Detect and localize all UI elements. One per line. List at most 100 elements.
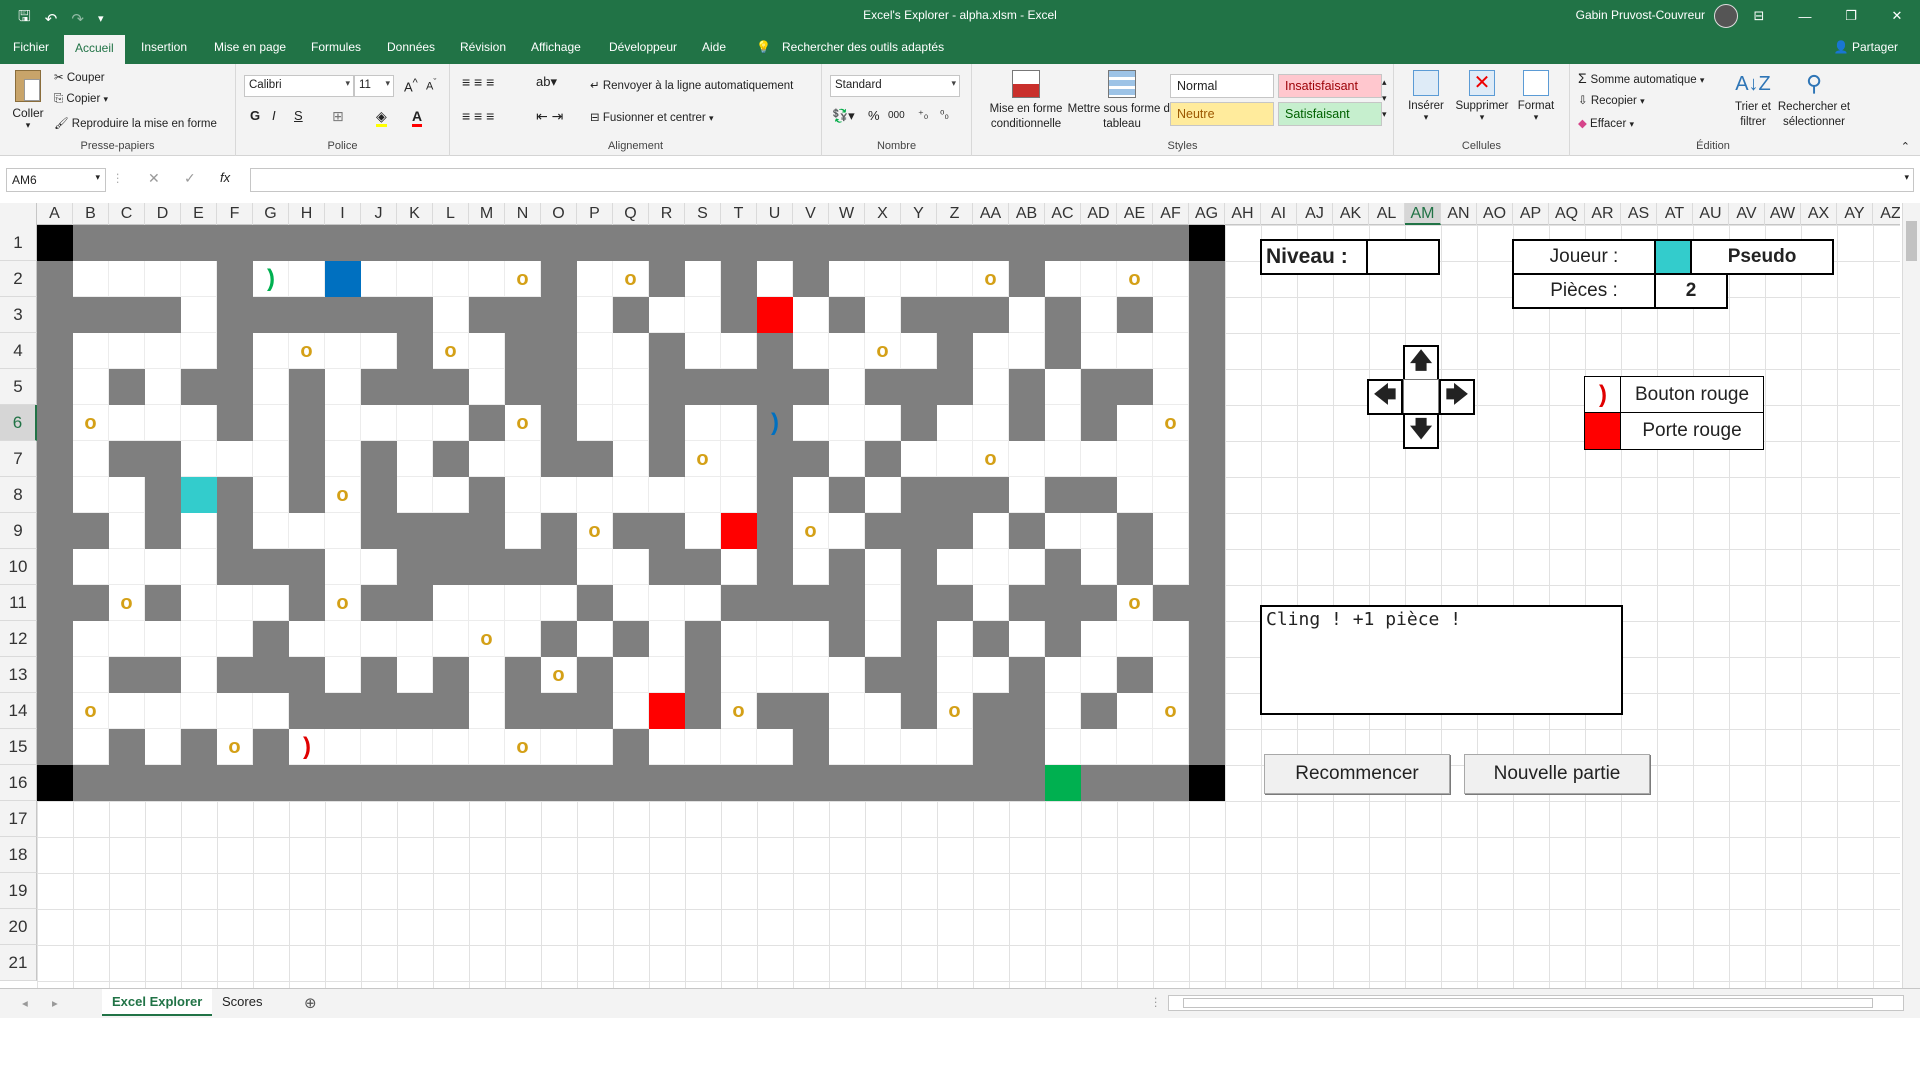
row-header-4[interactable]: 4 [0,333,37,369]
column-header-aa[interactable]: AA [973,203,1009,225]
tab-formules[interactable]: Formules [311,40,361,54]
enter-icon[interactable]: ✓ [184,170,196,187]
underline-icon[interactable]: S [294,108,303,123]
tab-mise-en-page[interactable]: Mise en page [214,40,286,54]
column-header-aw[interactable]: AW [1765,203,1801,225]
column-header-j[interactable]: J [361,203,397,225]
row-header-3[interactable]: 3 [0,297,37,333]
column-header-al[interactable]: AL [1369,203,1405,225]
row-header-9[interactable]: 9 [0,513,37,549]
column-header-g[interactable]: G [253,203,289,225]
cut-button[interactable]: ✂ Couper [54,70,105,84]
column-header-aq[interactable]: AQ [1549,203,1585,225]
row-header-15[interactable]: 15 [0,729,37,765]
insert-button[interactable]: Insérer ▾ [1406,70,1446,123]
column-header-k[interactable]: K [397,203,433,225]
player-name[interactable]: Pseudo [1690,239,1834,275]
top-align-icon[interactable]: ≡ ≡ ≡ [462,74,494,90]
down-arrow-button[interactable]: 🡇 [1403,413,1439,449]
minimize-icon[interactable]: — [1782,0,1828,32]
column-header-t[interactable]: T [721,203,757,225]
conditional-format-button[interactable]: Mise en forme conditionnelle [976,70,1076,132]
prev-sheet-icon[interactable]: ◂ [22,996,28,1010]
sheet-tab-excel-explorer[interactable]: Excel Explorer [102,989,213,1016]
fill-color-icon[interactable]: ◈ [376,108,387,127]
column-header-ak[interactable]: AK [1333,203,1369,225]
column-header-av[interactable]: AV [1729,203,1765,225]
column-header-d[interactable]: D [145,203,181,225]
column-header-ab[interactable]: AB [1009,203,1045,225]
level-value[interactable] [1366,239,1440,275]
column-header-y[interactable]: Y [901,203,937,225]
restore-icon[interactable]: ❐ [1828,0,1874,32]
tab-developpeur[interactable]: Développeur [609,40,677,54]
tell-me-search[interactable]: Rechercher des outils adaptés [782,40,944,54]
restart-button[interactable]: Recommencer [1264,754,1450,794]
row-header-18[interactable]: 18 [0,837,37,873]
tab-aide[interactable]: Aide [702,40,726,54]
row-header-13[interactable]: 13 [0,657,37,693]
percent-icon[interactable]: % [868,108,880,123]
row-header-7[interactable]: 7 [0,441,37,477]
column-header-ao[interactable]: AO [1477,203,1513,225]
new-game-button[interactable]: Nouvelle partie [1464,754,1650,794]
row-header-1[interactable]: 1 [0,225,37,261]
column-header-am[interactable]: AM [1405,203,1441,225]
next-sheet-icon[interactable]: ▸ [52,996,58,1010]
column-header-s[interactable]: S [685,203,721,225]
clear-button[interactable]: ◆ Effacer ▾ [1578,116,1634,130]
decrease-decimal-icon[interactable]: ⁰₀ [940,108,949,121]
thousands-icon[interactable]: 000 [888,110,905,121]
column-header-ap[interactable]: AP [1513,203,1549,225]
tab-fichier[interactable]: Fichier [13,40,49,54]
borders-icon[interactable]: ⊞ [332,108,344,125]
tab-split-handle[interactable]: ⋮ [1150,995,1162,1009]
share-button[interactable]: 👤 Partager [1834,40,1898,54]
delete-button[interactable]: ✕ Supprimer ▾ [1454,70,1510,123]
styles-scroll[interactable]: ▴ ▾ ▾ [1382,74,1387,122]
select-all-corner[interactable] [0,203,37,225]
formula-input[interactable]: ▾ [250,168,1914,192]
name-box[interactable]: AM6 ▾ [6,168,106,192]
style-neutral[interactable]: Neutre [1170,102,1274,126]
column-header-ad[interactable]: AD [1081,203,1117,225]
column-header-q[interactable]: Q [613,203,649,225]
column-header-f[interactable]: F [217,203,253,225]
column-header-m[interactable]: M [469,203,505,225]
column-header-x[interactable]: X [865,203,901,225]
column-header-at[interactable]: AT [1657,203,1693,225]
column-header-ac[interactable]: AC [1045,203,1081,225]
column-header-af[interactable]: AF [1153,203,1189,225]
column-header-an[interactable]: AN [1441,203,1477,225]
up-arrow-button[interactable]: 🡅 [1403,345,1439,381]
tab-donnees[interactable]: Données [387,40,435,54]
align-left-icon[interactable]: ≡ ≡ ≡ [462,108,494,124]
merge-center-button[interactable]: ⊟ Fusionner et centrer ▾ [590,110,714,124]
find-select-button[interactable]: ⚲ Rechercher et sélectionner [1772,70,1856,130]
lightbulb-icon[interactable]: 💡 [756,40,771,54]
sheet-tab-scores[interactable]: Scores [212,989,272,1016]
row-header-12[interactable]: 12 [0,621,37,657]
add-sheet-icon[interactable]: ⊕ [304,994,317,1012]
right-arrow-button[interactable]: 🡆 [1439,379,1475,415]
left-arrow-button[interactable]: 🡄 [1367,379,1403,415]
format-button[interactable]: Format ▾ [1514,70,1558,123]
style-normal[interactable]: Normal [1170,74,1274,98]
row-header-5[interactable]: 5 [0,369,37,405]
grow-font-icon[interactable]: A^ [404,77,418,94]
paste-button[interactable]: Coller ▾ [10,70,46,131]
column-header-b[interactable]: B [73,203,109,225]
format-as-table-button[interactable]: Mettre sous forme de tableau [1066,70,1178,132]
avatar[interactable] [1714,4,1738,28]
tab-accueil[interactable]: Accueil [64,35,125,64]
currency-icon[interactable]: 💱▾ [832,108,855,124]
column-header-w[interactable]: W [829,203,865,225]
horizontal-scroll-thumb[interactable] [1183,998,1873,1008]
row-header-14[interactable]: 14 [0,693,37,729]
tab-affichage[interactable]: Affichage [531,40,581,54]
column-header-ar[interactable]: AR [1585,203,1621,225]
column-header-z[interactable]: Z [937,203,973,225]
column-header-e[interactable]: E [181,203,217,225]
column-header-aj[interactable]: AJ [1297,203,1333,225]
row-header-11[interactable]: 11 [0,585,37,621]
